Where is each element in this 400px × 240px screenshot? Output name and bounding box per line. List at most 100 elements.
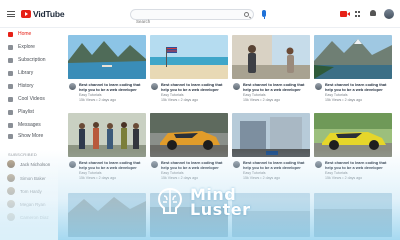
subscription-name: Jack Nicholson [20, 161, 51, 167]
video-stats: 15k Views • 2 days ago [325, 175, 363, 180]
channel-name[interactable]: Easy Tutorials [161, 93, 184, 97]
channel-name[interactable]: Easy Tutorials [79, 171, 102, 175]
sidebar-item-cool-videos[interactable]: Cool Videos [0, 93, 58, 105]
subscription-item[interactable]: Jack Nicholson [0, 158, 58, 170]
sidebar-item-label: Messages [18, 122, 41, 128]
home-icon [8, 31, 13, 37]
sidebar-item-explore[interactable]: Explore [0, 41, 58, 53]
sidebar-item-library[interactable]: Library [0, 67, 58, 79]
thumbnail-image [150, 113, 228, 157]
search-box[interactable] [130, 9, 254, 26]
video-stats: 15k Views • 2 days ago [243, 97, 281, 102]
subscription-name: Megan Ryan [20, 201, 46, 207]
video-thumbnail[interactable] [150, 35, 228, 79]
compass-icon [8, 44, 13, 50]
channel-name[interactable]: Easy Tutorials [325, 171, 348, 175]
avatar [7, 213, 15, 221]
thumbnail-image [232, 113, 310, 157]
sidebar-item-label: Explore [18, 44, 35, 50]
library-icon [8, 70, 13, 76]
video-stats: 15k Views • 2 days ago [243, 175, 281, 180]
video-title[interactable]: Best channel to learn coding that help y… [161, 160, 228, 170]
subscription-item[interactable]: Megan Ryan [0, 198, 58, 210]
video-title[interactable]: Best channel to learn coding that help y… [243, 82, 310, 92]
thumbnail-image [314, 193, 392, 237]
video-title[interactable]: Best channel to learn coding that help y… [325, 82, 392, 92]
user-avatar[interactable] [384, 9, 394, 19]
upload-video-icon[interactable] [340, 11, 350, 17]
sidebar-item-label: Subscription [18, 57, 46, 63]
video-thumbnail[interactable] [232, 113, 310, 157]
channel-name[interactable]: Easy Tutorials [79, 93, 102, 97]
video-title[interactable]: Best channel to learn coding that help y… [243, 160, 310, 170]
avatar[interactable] [315, 161, 322, 168]
search-icon[interactable] [244, 12, 249, 17]
subscription-name: Simon Baker [20, 175, 46, 181]
menu-icon[interactable] [7, 11, 15, 17]
video-title[interactable]: Best channel to learn coding that help y… [325, 160, 392, 170]
sidebar-item-label: Cool Videos [18, 96, 45, 102]
video-thumbnail[interactable] [314, 193, 392, 237]
sidebar-item-home[interactable]: Home [0, 28, 58, 40]
avatar[interactable] [151, 161, 158, 168]
video-stats: 15k Views • 2 days ago [161, 175, 199, 180]
video-thumbnail[interactable] [68, 193, 146, 237]
sidebar-item-playlist[interactable]: Playlist [0, 106, 58, 118]
avatar [7, 174, 15, 182]
app-logo[interactable]: VidTube [21, 9, 65, 19]
thumbnail-image [314, 35, 392, 79]
sidebar-item-label: History [18, 83, 34, 89]
notification-bell-icon[interactable] [370, 10, 376, 16]
subscribed-heading: SUBSCRIBED [8, 152, 38, 157]
sidebar-item-subscription[interactable]: Subscription [0, 54, 58, 66]
thumbnail-image [68, 35, 146, 79]
channel-name[interactable]: Easy Tutorials [243, 93, 266, 97]
sidebar-item-history[interactable]: History [0, 80, 58, 92]
video-thumbnail[interactable] [68, 113, 146, 157]
apps-grid-icon[interactable] [355, 11, 361, 17]
video-thumbnail[interactable] [232, 35, 310, 79]
video-title[interactable]: Best channel to learn coding that help y… [79, 160, 146, 170]
sidebar-item-label: Home [18, 31, 32, 37]
sidebar-item-show-more[interactable]: Show More [0, 130, 58, 142]
video-thumbnail[interactable] [314, 35, 392, 79]
history-icon [8, 83, 13, 89]
video-title[interactable]: Best channel to learn coding that help y… [79, 82, 146, 92]
brain-logo-icon [157, 187, 183, 214]
video-thumbnail[interactable] [314, 113, 392, 157]
playlist-icon [8, 109, 13, 115]
video-thumbnail[interactable] [150, 113, 228, 157]
avatar[interactable] [69, 161, 76, 168]
subscription-item[interactable]: Cameron Diaz [0, 211, 58, 223]
subscription-item[interactable]: Tom Hardy [0, 185, 58, 197]
video-icon [8, 96, 13, 102]
thumbnail-image [314, 113, 392, 157]
channel-name[interactable]: Easy Tutorials [243, 171, 266, 175]
sidebar: Home Explore Subscription Library Histor… [0, 28, 58, 240]
video-stats: 15k Views • 2 days ago [79, 97, 117, 102]
avatar [7, 160, 15, 168]
thumbnail-image [68, 113, 146, 157]
thumbnail-image [150, 35, 228, 79]
message-icon [8, 122, 13, 128]
subscription-name: Cameron Diaz [20, 214, 49, 220]
video-thumbnail[interactable] [68, 35, 146, 79]
play-logo-icon [21, 10, 31, 18]
search-input[interactable] [131, 17, 241, 26]
sidebar-item-label: Show More [18, 133, 44, 139]
top-bar: VidTube [0, 0, 400, 28]
chevron-down-icon [8, 133, 13, 139]
avatar[interactable] [69, 83, 76, 90]
avatar[interactable] [315, 83, 322, 90]
avatar[interactable] [151, 83, 158, 90]
sidebar-item-label: Library [18, 70, 34, 76]
video-title[interactable]: Best channel to learn coding that help y… [161, 82, 228, 92]
microphone-icon[interactable] [262, 10, 266, 19]
subscription-item[interactable]: Simon Baker [0, 172, 58, 184]
subscription-name: Tom Hardy [20, 188, 42, 194]
avatar[interactable] [233, 161, 240, 168]
channel-name[interactable]: Easy Tutorials [325, 93, 348, 97]
channel-name[interactable]: Easy Tutorials [161, 171, 184, 175]
avatar[interactable] [233, 83, 240, 90]
app-name: VidTube [33, 9, 65, 19]
